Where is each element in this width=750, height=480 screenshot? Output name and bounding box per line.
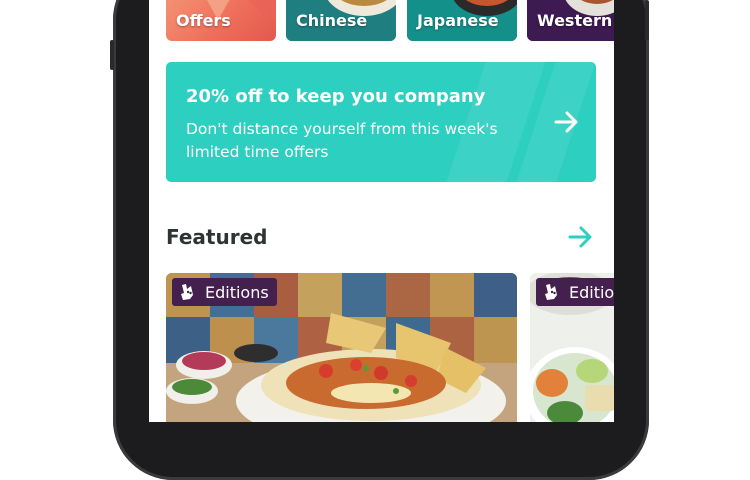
category-tile-japanese[interactable]: Japanese [407, 0, 517, 41]
phone-side-button [645, 0, 649, 40]
category-label: Western [537, 11, 613, 30]
arrow-right-icon[interactable] [568, 226, 594, 248]
featured-card[interactable]: Editions [530, 273, 614, 422]
promo-title: 20% off to keep you company [186, 86, 486, 107]
featured-card[interactable]: Editions [166, 273, 517, 422]
section-title-featured: Featured [166, 225, 268, 249]
phone-side-button [110, 40, 114, 70]
category-tile-western[interactable]: Western [527, 0, 614, 41]
category-label: Japanese [417, 11, 499, 30]
badge-label: Editions [205, 282, 269, 302]
editions-badge: Editions [172, 278, 277, 306]
badge-label: Editions [569, 282, 614, 302]
deliveroo-kangaroo-icon [545, 284, 557, 300]
promo-subtitle: Don't distance yourself from this week's… [186, 120, 498, 161]
promo-banner[interactable]: 20% off to keep you company Don't distan… [166, 62, 596, 182]
arrow-right-icon[interactable] [554, 111, 580, 133]
category-label: Offers [176, 11, 231, 30]
category-tile-offers[interactable]: Offers [166, 0, 276, 41]
deliveroo-kangaroo-icon [181, 284, 193, 300]
category-tile-chinese[interactable]: Chinese [286, 0, 396, 41]
app-screen: Offers Chinese Japanese Western 20% off … [149, 0, 614, 422]
editions-badge: Editions [536, 278, 614, 306]
category-label: Chinese [296, 11, 368, 30]
